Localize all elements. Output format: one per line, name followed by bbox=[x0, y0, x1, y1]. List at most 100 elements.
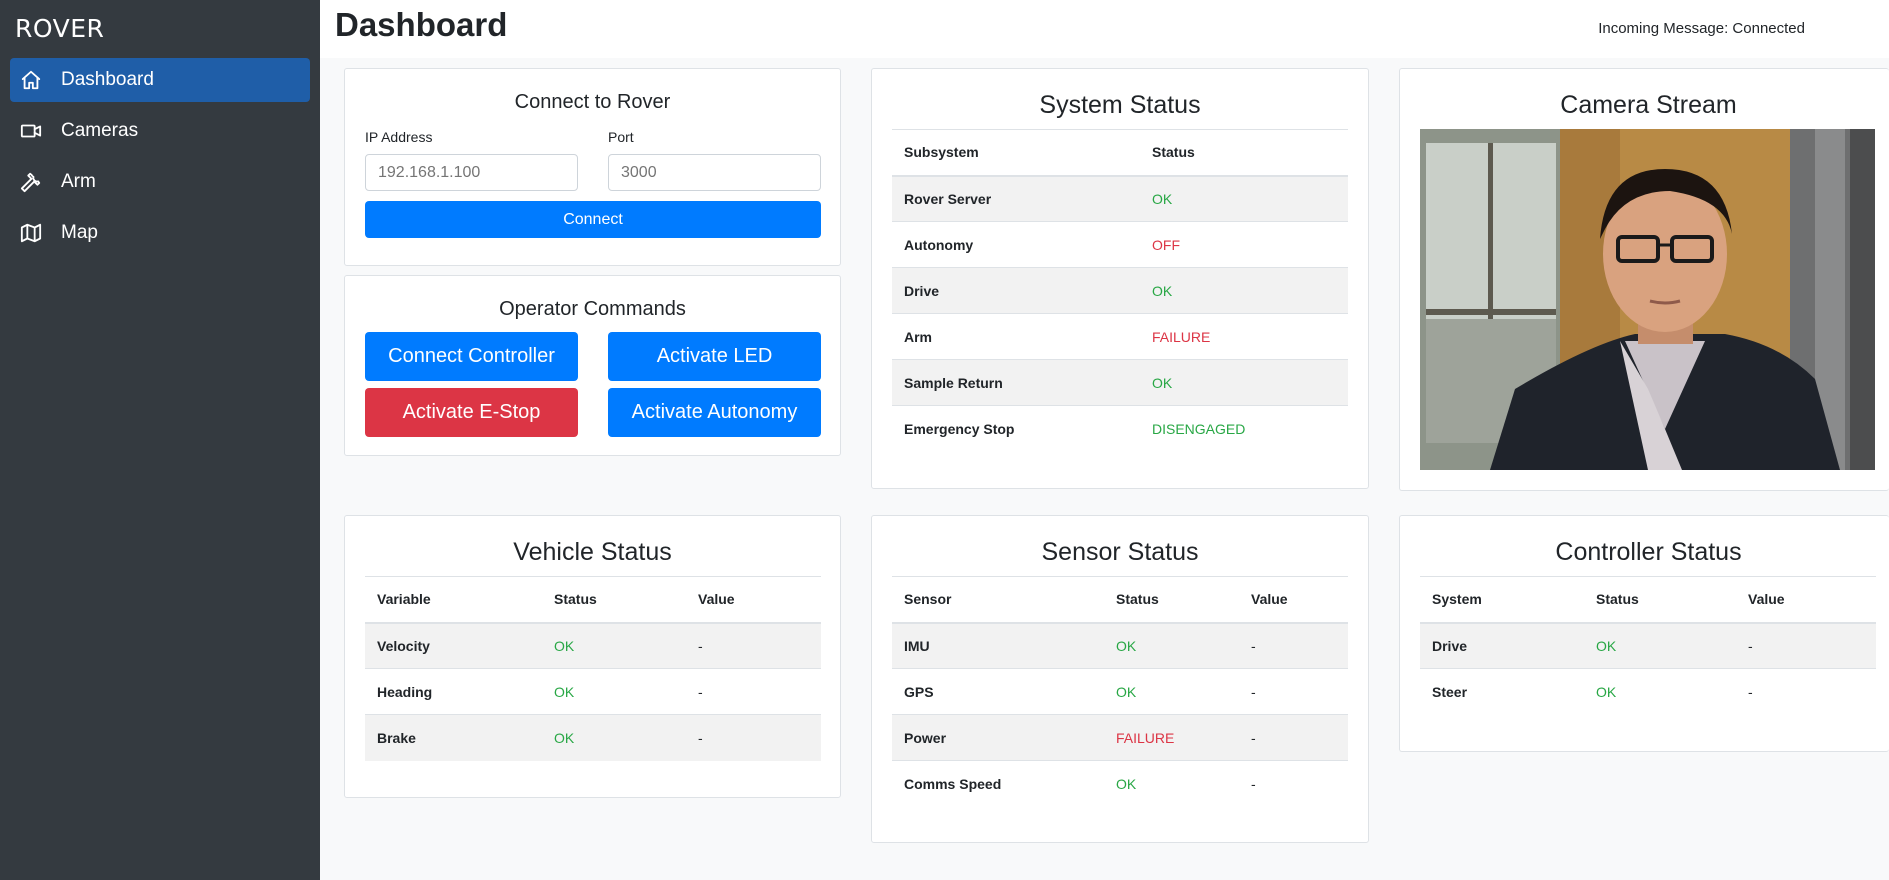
sensor-status-card: Sensor Status Sensor Status Value IMU OK… bbox=[871, 515, 1369, 843]
camera-stream-title: Camera Stream bbox=[1560, 91, 1737, 119]
operator-commands-title: Operator Commands bbox=[499, 298, 686, 320]
controller-status-title: Controller Status bbox=[1555, 538, 1742, 566]
sidebar: ROVER Dashboard Cameras Arm Map bbox=[0, 0, 320, 880]
camera-feed-image bbox=[1420, 129, 1875, 470]
column-header: Value bbox=[1239, 576, 1348, 624]
table-row: IMU OK - bbox=[892, 622, 1348, 669]
status-value: OK bbox=[1584, 622, 1736, 669]
table-row: Velocity OK - bbox=[365, 622, 821, 669]
column-header: Status bbox=[1584, 576, 1736, 624]
controller-status-card: Controller Status System Status Value Dr… bbox=[1399, 515, 1889, 752]
sensor-name: IMU bbox=[892, 622, 1104, 669]
sidebar-item-label: Map bbox=[61, 222, 98, 243]
system-name: Drive bbox=[1420, 622, 1584, 669]
table-row: Arm FAILURE bbox=[892, 313, 1348, 360]
status-value: OK bbox=[542, 622, 686, 669]
system-name: Steer bbox=[1420, 668, 1584, 715]
connect-controller-button[interactable]: Connect Controller bbox=[365, 332, 578, 381]
system-status-card: System Status Subsystem Status Rover Ser… bbox=[871, 68, 1369, 489]
vehicle-status-title: Vehicle Status bbox=[513, 538, 672, 566]
table-row: Steer OK - bbox=[1420, 668, 1876, 715]
map-icon bbox=[20, 222, 42, 244]
table-row: Heading OK - bbox=[365, 668, 821, 715]
value-cell: - bbox=[1239, 714, 1348, 761]
column-header: Status bbox=[1140, 129, 1348, 177]
subsystem-name: Arm bbox=[892, 313, 1140, 360]
subsystem-name: Drive bbox=[892, 267, 1140, 314]
vehicle-status-table: Variable Status Value Velocity OK - Head… bbox=[365, 576, 821, 761]
column-header: Sensor bbox=[892, 576, 1104, 624]
controller-status-table: System Status Value Drive OK - Steer OK … bbox=[1420, 576, 1876, 715]
table-row: Drive OK bbox=[892, 267, 1348, 314]
value-cell: - bbox=[686, 668, 821, 715]
column-header: Variable bbox=[365, 576, 542, 624]
column-header: Value bbox=[1736, 576, 1876, 624]
table-row: Sample Return OK bbox=[892, 359, 1348, 406]
status-value: FAILURE bbox=[1104, 714, 1239, 761]
sidebar-item-label: Arm bbox=[61, 171, 96, 192]
sensor-status-title: Sensor Status bbox=[1041, 538, 1199, 566]
status-value: DISENGAGED bbox=[1140, 405, 1348, 452]
status-value: OK bbox=[1104, 760, 1239, 807]
status-value: FAILURE bbox=[1140, 313, 1348, 360]
system-status-title: System Status bbox=[1039, 91, 1201, 119]
column-header: Subsystem bbox=[892, 129, 1140, 177]
activate-estop-button[interactable]: Activate E-Stop bbox=[365, 388, 578, 437]
top-bar: Dashboard Incoming Message: Connected bbox=[320, 0, 1889, 58]
value-cell: - bbox=[1736, 668, 1876, 715]
subsystem-name: Rover Server bbox=[892, 175, 1140, 222]
variable-name: Brake bbox=[365, 714, 542, 761]
status-value: OK bbox=[1104, 668, 1239, 715]
table-row: Drive OK - bbox=[1420, 622, 1876, 669]
sidebar-nav: Dashboard Cameras Arm Map bbox=[10, 58, 310, 262]
subsystem-name: Autonomy bbox=[892, 221, 1140, 268]
wrench-icon bbox=[20, 171, 42, 193]
sidebar-item-arm[interactable]: Arm bbox=[10, 160, 310, 204]
connect-card-title: Connect to Rover bbox=[514, 91, 671, 113]
table-row: Power FAILURE - bbox=[892, 714, 1348, 761]
operator-commands-card: Operator Commands Connect Controller Act… bbox=[344, 275, 841, 456]
incoming-message-status: Incoming Message: Connected bbox=[1598, 20, 1805, 37]
ip-address-input[interactable] bbox=[365, 154, 578, 191]
table-row: Comms Speed OK - bbox=[892, 760, 1348, 807]
value-cell: - bbox=[1239, 622, 1348, 669]
sensor-name: Comms Speed bbox=[892, 760, 1104, 807]
value-cell: - bbox=[1239, 760, 1348, 807]
table-row: Emergency Stop DISENGAGED bbox=[892, 405, 1348, 452]
connect-button[interactable]: Connect bbox=[365, 201, 821, 238]
port-input[interactable] bbox=[608, 154, 821, 191]
status-value: OK bbox=[542, 668, 686, 715]
home-icon bbox=[20, 69, 42, 91]
brand-title: ROVER bbox=[15, 14, 105, 43]
value-cell: - bbox=[686, 714, 821, 761]
sensor-status-table: Sensor Status Value IMU OK - GPS OK - Po… bbox=[892, 576, 1348, 807]
vehicle-status-card: Vehicle Status Variable Status Value Vel… bbox=[344, 515, 841, 798]
status-value: OK bbox=[1104, 622, 1239, 669]
port-label: Port bbox=[608, 129, 634, 145]
value-cell: - bbox=[1736, 622, 1876, 669]
sidebar-item-cameras[interactable]: Cameras bbox=[10, 109, 310, 153]
page-title: Dashboard bbox=[335, 6, 508, 43]
status-value: OFF bbox=[1140, 221, 1348, 268]
activate-autonomy-button[interactable]: Activate Autonomy bbox=[608, 388, 821, 437]
sidebar-item-label: Dashboard bbox=[61, 69, 154, 90]
column-header: Status bbox=[542, 576, 686, 624]
table-row: Brake OK - bbox=[365, 714, 821, 761]
column-header: Status bbox=[1104, 576, 1239, 624]
status-value: OK bbox=[1140, 359, 1348, 406]
variable-name: Heading bbox=[365, 668, 542, 715]
column-header: Value bbox=[686, 576, 821, 624]
status-value: OK bbox=[1140, 267, 1348, 314]
sensor-name: Power bbox=[892, 714, 1104, 761]
status-value: OK bbox=[542, 714, 686, 761]
activate-led-button[interactable]: Activate LED bbox=[608, 332, 821, 381]
status-value: OK bbox=[1140, 175, 1348, 222]
ip-address-label: IP Address bbox=[365, 129, 433, 145]
table-row: GPS OK - bbox=[892, 668, 1348, 715]
sidebar-item-dashboard[interactable]: Dashboard bbox=[10, 58, 310, 102]
connect-card: Connect to Rover IP Address Port Connect bbox=[344, 68, 841, 266]
variable-name: Velocity bbox=[365, 622, 542, 669]
sidebar-item-label: Cameras bbox=[61, 120, 139, 141]
sidebar-item-map[interactable]: Map bbox=[10, 211, 310, 255]
table-row: Rover Server OK bbox=[892, 175, 1348, 222]
